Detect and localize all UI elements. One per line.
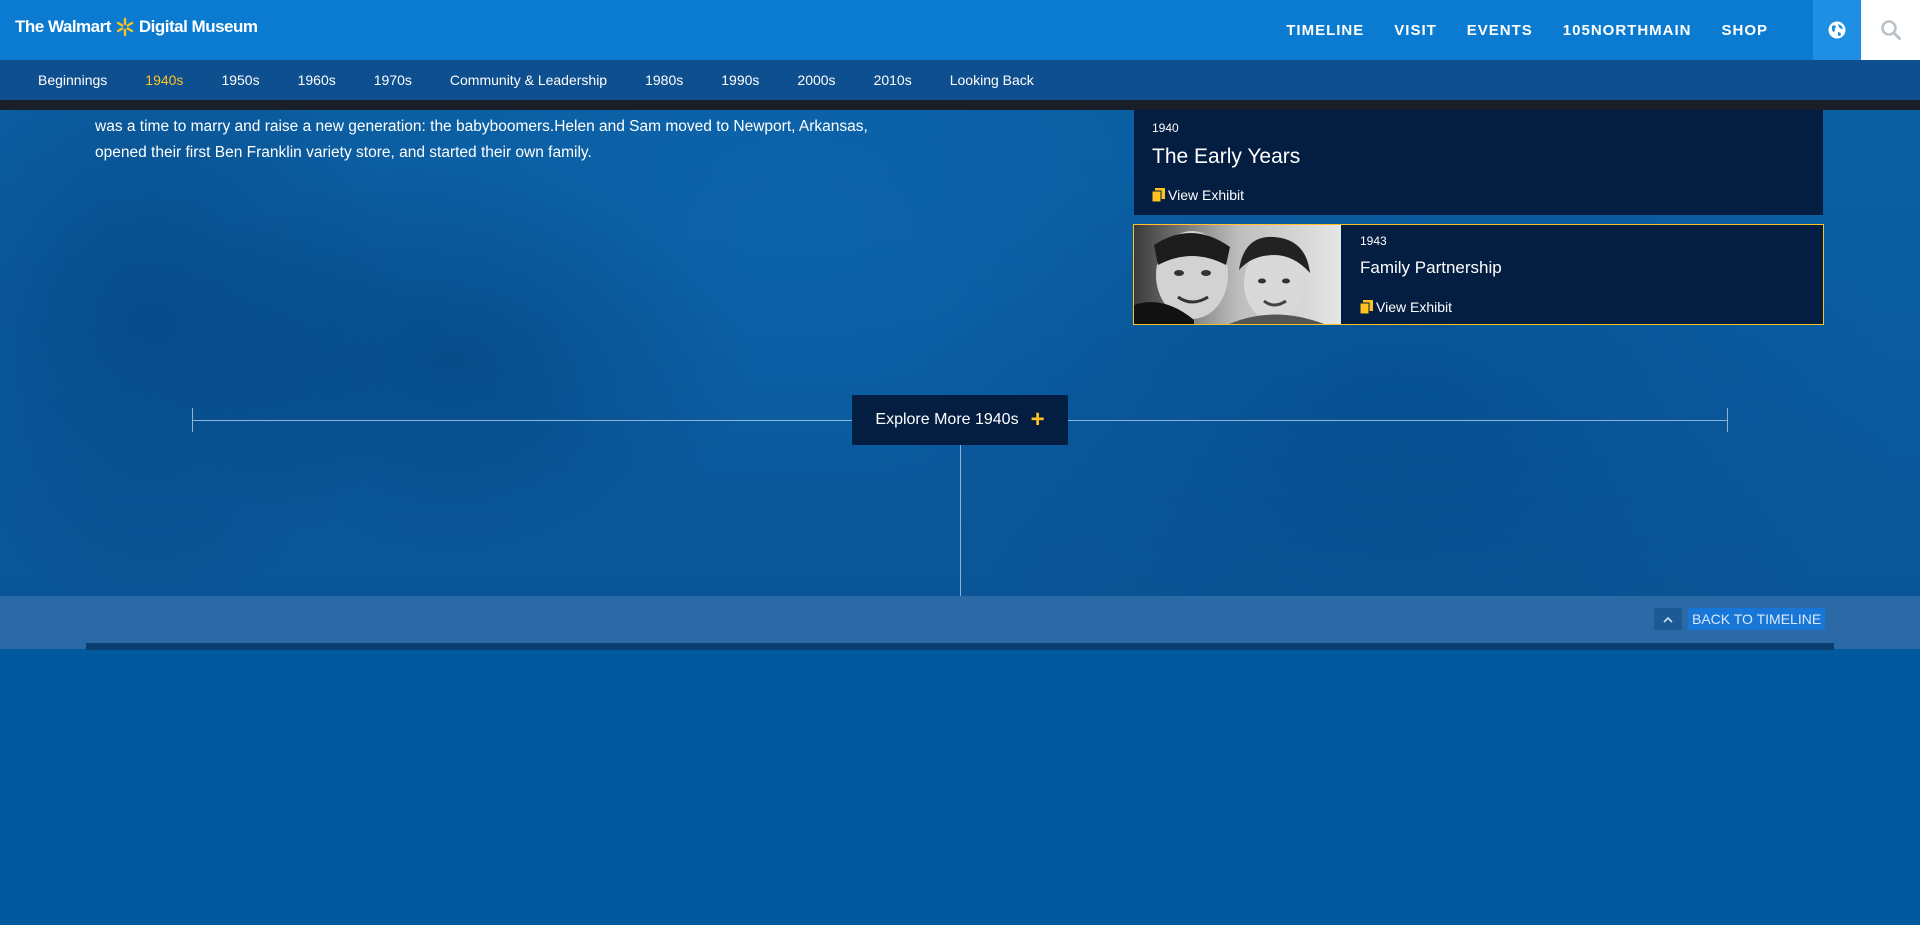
timeline-tick-right	[1727, 408, 1728, 432]
timeline-tick-left	[192, 408, 193, 432]
spark-icon	[116, 17, 134, 37]
subnav-1940s[interactable]: 1940s	[145, 72, 183, 88]
exhibit-year: 1940	[1152, 121, 1179, 135]
timeline-connector	[960, 444, 961, 596]
back-bar-underline	[86, 643, 1834, 650]
logo-text: The Walmart	[15, 17, 111, 36]
chevron-up-icon	[1654, 608, 1682, 630]
main-nav: TIMELINE VISIT EVENTS 105NORTHMAIN SHOP	[1256, 0, 1768, 60]
plus-icon: +	[1030, 406, 1045, 433]
copy-icon	[1360, 300, 1373, 314]
page-footer-area	[0, 650, 1920, 925]
search-icon	[1880, 20, 1901, 40]
view-exhibit-link[interactable]: View Exhibit	[1360, 299, 1452, 315]
site-logo[interactable]: The Walmart Digital Museum	[15, 17, 258, 37]
view-exhibit-label: View Exhibit	[1168, 187, 1245, 203]
exhibit-title: Family Partnership	[1360, 258, 1502, 277]
subnav-2000s[interactable]: 2000s	[797, 72, 835, 88]
intro-text-line: was a time to marry and raise a new gene…	[95, 118, 868, 135]
nav-events[interactable]: EVENTS	[1467, 22, 1533, 39]
exhibit-photo	[1134, 225, 1341, 324]
copy-icon	[1152, 188, 1165, 202]
logo-suffix: Digital Museum	[138, 17, 258, 36]
explore-more-label: Explore More 1940s	[875, 411, 1019, 428]
section-divider	[0, 100, 1920, 110]
site-header: The Walmart Digital Museum TIMELINE VISI…	[0, 0, 1920, 60]
language-button[interactable]	[1813, 0, 1861, 60]
exhibit-title: The Early Years	[1152, 145, 1301, 168]
view-exhibit-label: View Exhibit	[1376, 299, 1453, 315]
exhibit-year: 1943	[1360, 234, 1387, 248]
subnav-1990s[interactable]: 1990s	[721, 72, 759, 88]
nav-timeline[interactable]: TIMELINE	[1286, 22, 1364, 39]
subnav-2010s[interactable]: 2010s	[874, 72, 912, 88]
subnav-1960s[interactable]: 1960s	[298, 72, 336, 88]
exhibit-card-family-partnership[interactable]: 1943 Family Partnership View Exhibit	[1133, 224, 1824, 325]
intro-text-line: opened their first Ben Franklin variety …	[95, 144, 592, 161]
explore-more-button[interactable]: Explore More 1940s +	[852, 395, 1068, 445]
search-button[interactable]	[1861, 0, 1920, 60]
subnav-looking-back[interactable]: Looking Back	[950, 72, 1034, 88]
subnav-1950s[interactable]: 1950s	[221, 72, 259, 88]
subnav-1970s[interactable]: 1970s	[374, 72, 412, 88]
back-to-timeline-label: BACK TO TIMELINE	[1688, 608, 1826, 630]
intro-text: was a time to marry and raise a new gene…	[95, 114, 875, 166]
subnav-beginnings[interactable]: Beginnings	[38, 72, 107, 88]
back-to-timeline-button[interactable]: BACK TO TIMELINE	[1654, 608, 1826, 630]
decade-nav: Beginnings 1940s 1950s 1960s 1970s Commu…	[0, 60, 1920, 100]
nav-105northmain[interactable]: 105NORTHMAIN	[1563, 22, 1692, 39]
exhibit-card-early-years[interactable]: 1940 The Early Years View Exhibit	[1134, 110, 1823, 215]
globe-icon	[1828, 21, 1846, 39]
nav-visit[interactable]: VISIT	[1394, 22, 1437, 39]
subnav-1980s[interactable]: 1980s	[645, 72, 683, 88]
back-bar	[0, 596, 1920, 649]
view-exhibit-link[interactable]: View Exhibit	[1152, 187, 1244, 203]
nav-shop[interactable]: SHOP	[1721, 22, 1768, 39]
subnav-community-leadership[interactable]: Community & Leadership	[450, 72, 607, 88]
